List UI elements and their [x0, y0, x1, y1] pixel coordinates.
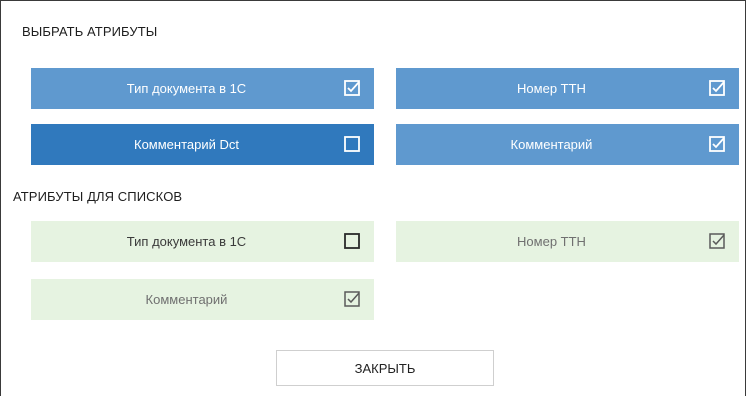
checkbox-checked-icon[interactable]	[344, 80, 360, 96]
attr-label: Номер ТТН	[517, 234, 586, 249]
checkbox-checked-icon[interactable]	[709, 233, 725, 249]
select-attributes-title: ВЫБРАТЬ АТРИБУТЫ	[22, 24, 158, 39]
close-button[interactable]: ЗАКРЫТЬ	[276, 350, 494, 386]
checkbox-empty-icon[interactable]	[344, 136, 360, 152]
attributes-dialog: ВЫБРАТЬ АТРИБУТЫ Тип документа в 1С Номе…	[0, 0, 746, 396]
list-attributes-title: АТРИБУТЫ ДЛЯ СПИСКОВ	[13, 189, 183, 204]
checkbox-checked-icon[interactable]	[344, 291, 360, 307]
select-attr-doc-type-1c[interactable]: Тип документа в 1С	[31, 68, 374, 109]
attr-label: Тип документа в 1С	[126, 81, 247, 96]
attr-label: Тип документа в 1С	[126, 234, 247, 249]
select-attr-comment-dct[interactable]: Комментарий Dct	[31, 124, 374, 165]
attr-label: Номер ТТН	[517, 81, 586, 96]
list-attr-doc-type-1c[interactable]: Тип документа в 1С	[31, 221, 374, 262]
select-attr-comment[interactable]: Комментарий	[396, 124, 739, 165]
checkbox-checked-icon[interactable]	[709, 80, 725, 96]
checkbox-checked-icon[interactable]	[709, 136, 725, 152]
attr-label: Комментарий Dct	[134, 137, 239, 152]
select-attr-ttn-number[interactable]: Номер ТТН	[396, 68, 739, 109]
checkbox-empty-icon[interactable]	[344, 233, 360, 249]
list-attr-comment[interactable]: Комментарий	[31, 279, 374, 320]
list-attr-ttn-number[interactable]: Номер ТТН	[396, 221, 739, 262]
attr-label: Комментарий	[510, 137, 593, 152]
attr-label: Комментарий	[145, 292, 228, 307]
